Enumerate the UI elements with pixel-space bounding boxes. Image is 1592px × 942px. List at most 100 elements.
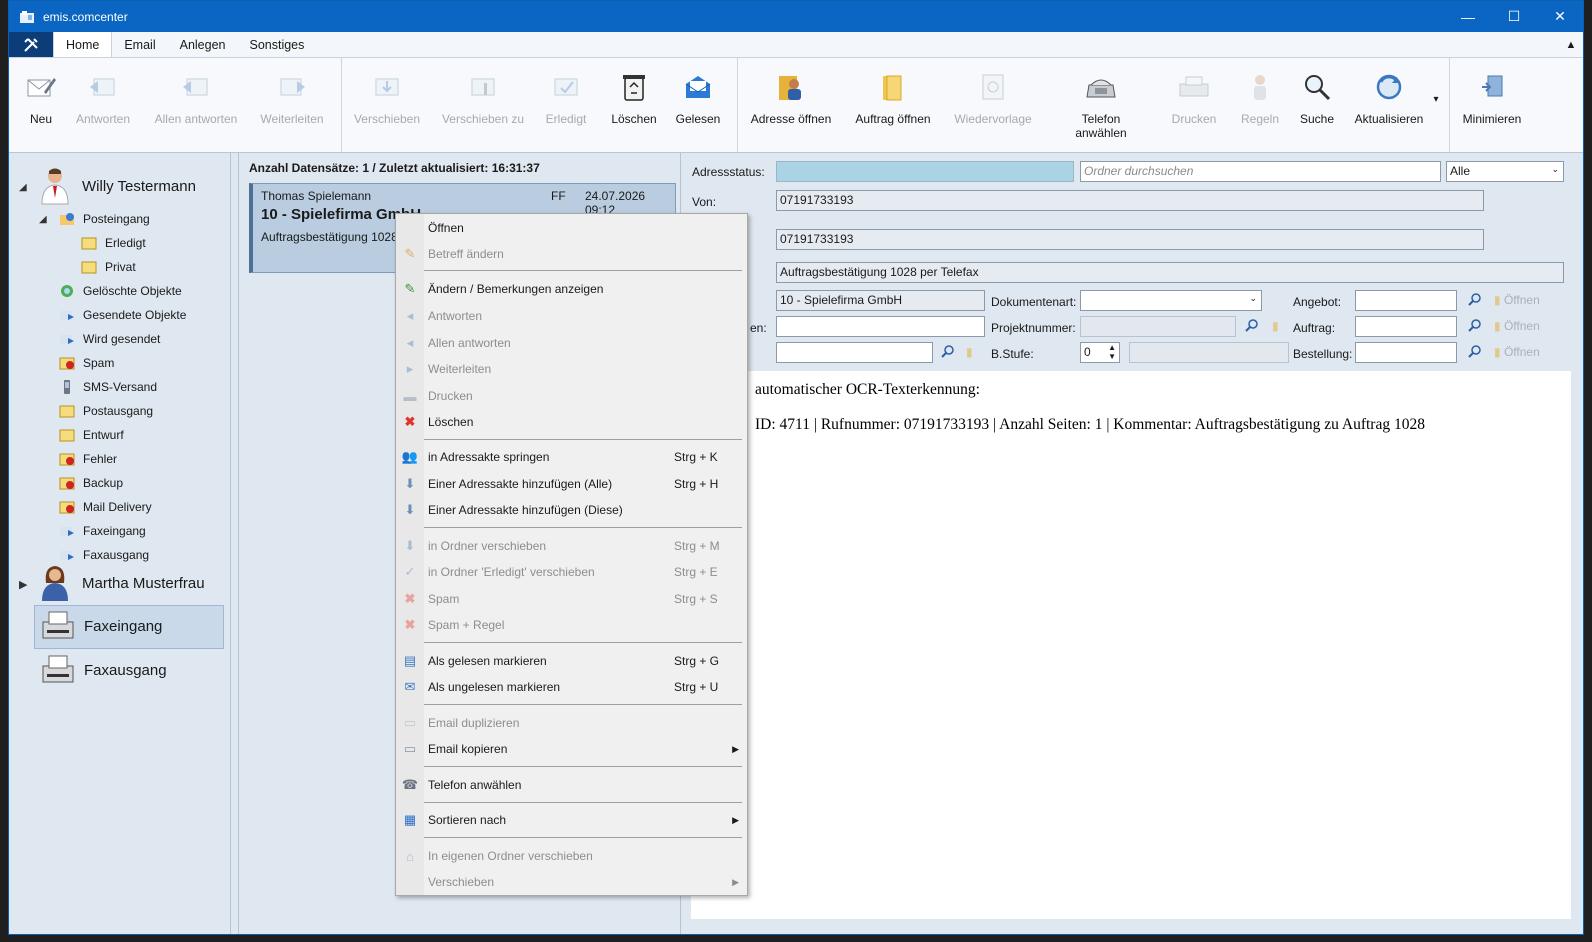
ribbon-more-dropdown[interactable]: ▾	[1429, 94, 1443, 105]
tree-item-spam[interactable]: Spam	[59, 356, 114, 370]
menu-item-spam[interactable]: ✖ Spam Strg + S	[396, 586, 747, 612]
menu-item-open[interactable]: Öffnen	[396, 215, 747, 241]
expand-user-icon[interactable]: ◢	[19, 182, 27, 193]
tree-item-faxeingang[interactable]: Faxeingang	[59, 524, 146, 538]
collapse-ribbon-icon[interactable]: ▲	[1559, 32, 1583, 57]
menu-item-print[interactable]: ▬ Drucken	[396, 383, 747, 409]
ribbon-rules-button[interactable]: Regeln	[1235, 70, 1285, 126]
menu-item-reply-all[interactable]: ◂ Allen antworten	[396, 330, 747, 356]
ribbon-resubmission-button[interactable]: Wiedervorlage	[953, 70, 1033, 126]
reference-search-icon[interactable]	[941, 345, 955, 362]
maximize-button[interactable]: ☐	[1491, 1, 1537, 32]
bstufe-spinner[interactable]: 0 ▲ ▼	[1080, 342, 1120, 363]
tree-item-wird-gesendet[interactable]: Wird gesendet	[59, 332, 160, 346]
menu-item-delete[interactable]: ✖ Löschen	[396, 409, 747, 435]
menu-item-mark-unread[interactable]: ✉ Als ungelesen markieren Strg + U	[396, 674, 747, 700]
tab-home[interactable]: Home	[53, 32, 113, 57]
tree-item-gesendete-objekte[interactable]: Gesendete Objekte	[59, 308, 186, 322]
tree-item-faxausgang[interactable]: Faxausgang	[59, 548, 149, 562]
collapse-user-icon[interactable]: ▶	[19, 578, 27, 591]
menu-item-jump-to-address[interactable]: 👥 in Adressakte springen Strg + K	[396, 444, 747, 470]
tree-user-willy[interactable]: Willy Testermann	[37, 166, 196, 206]
tab-anlegen[interactable]: Anlegen	[168, 32, 238, 57]
menu-item-move-folder[interactable]: ⬇ in Ordner verschieben Strg + M	[396, 533, 747, 559]
spinner-arrows-icon[interactable]: ▲ ▼	[1108, 343, 1116, 361]
tree-group-faxausgang[interactable]: Faxausgang	[41, 654, 167, 686]
projekt-folder-icon[interactable]: ▮	[1272, 319, 1279, 333]
angebot-search-icon[interactable]	[1468, 293, 1482, 310]
menu-item-add-address-all[interactable]: ⬇ Einer Adressakte hinzufügen (Alle) Strg …	[396, 471, 747, 497]
angebot-field[interactable]	[1355, 290, 1457, 311]
ribbon-minimize-button[interactable]: Minimieren	[1459, 70, 1525, 126]
bestellung-field[interactable]	[1355, 342, 1457, 363]
ribbon-move-button[interactable]: Verschieben	[351, 70, 423, 126]
bestellung-open-link[interactable]: ▮ Öffnen	[1494, 345, 1540, 359]
ribbon-search-button[interactable]: Suche	[1295, 70, 1339, 126]
von-field[interactable]: 07191733193	[776, 190, 1484, 211]
reference-folder-icon[interactable]: ▮	[966, 345, 973, 359]
tree-item-erledigt[interactable]: Erledigt	[81, 236, 146, 250]
close-button[interactable]: ✕	[1537, 1, 1583, 32]
menu-item-reply[interactable]: ◂ Antworten	[396, 303, 747, 329]
expand-inbox-icon[interactable]: ◢	[39, 214, 47, 225]
menu-item-add-address-this[interactable]: ⬇ Einer Adressakte hinzufügen (Diese)	[396, 497, 747, 523]
minimize-button[interactable]: —	[1445, 1, 1491, 32]
menu-item-move-done[interactable]: ✓ in Ordner 'Erledigt' verschieben Strg + …	[396, 559, 747, 585]
ribbon-forward-button[interactable]: Weiterleiten	[257, 70, 327, 126]
menu-item-dial[interactable]: ☎ Telefon anwählen	[396, 772, 747, 798]
menu-item-move[interactable]: Verschieben ▶	[396, 869, 747, 895]
menu-item-copy[interactable]: ▭ Email kopieren ▶	[396, 736, 747, 762]
tab-email[interactable]: Email	[112, 32, 167, 57]
ribbon-done-button[interactable]: Erledigt	[541, 70, 591, 126]
menu-item-own-folder[interactable]: ⌂ In eigenen Ordner verschieben	[396, 843, 747, 869]
tree-item-mail-delivery[interactable]: Mail Delivery	[59, 500, 152, 514]
ribbon-refresh-button[interactable]: Aktualisieren	[1349, 70, 1429, 126]
angebot-open-link[interactable]: ▮ Öffnen	[1494, 293, 1540, 307]
tree-user-martha[interactable]: Martha Musterfrau	[37, 563, 205, 603]
ribbon-dial-button[interactable]: Telefon anwählen	[1055, 70, 1147, 140]
reference-field[interactable]	[776, 342, 933, 363]
folder-search-input[interactable]: Ordner durchsuchen	[1080, 161, 1441, 182]
ribbon-open-address-button[interactable]: Adresse öffnen	[747, 70, 835, 126]
menu-item-edit-notes[interactable]: ✎ Ändern / Bemerkungen anzeigen	[396, 276, 747, 302]
tools-button[interactable]	[9, 32, 53, 57]
tree-item-backup[interactable]: Backup	[59, 476, 123, 490]
tree-item-entwurf[interactable]: Entwurf	[59, 428, 124, 442]
tab-sonstiges[interactable]: Sonstiges	[237, 32, 316, 57]
ribbon-new-button[interactable]: Neu	[21, 70, 61, 126]
auftrag-search-icon[interactable]	[1468, 319, 1482, 336]
ansprechpartner-field[interactable]	[776, 316, 985, 337]
ribbon-delete-button[interactable]: Löschen	[609, 70, 659, 126]
tree-item-privat[interactable]: Privat	[81, 260, 136, 274]
pane-splitter[interactable]	[231, 153, 239, 934]
tree-group-faxeingang[interactable]: Faxeingang	[41, 610, 162, 642]
company-field[interactable]: 10 - Spielefirma GmbH	[776, 290, 985, 311]
subject-field[interactable]: Auftragsbestätigung 1028 per Telefax	[776, 262, 1564, 283]
an-field[interactable]: 07191733193	[776, 229, 1484, 250]
ribbon-reply-button[interactable]: Antworten	[73, 70, 133, 126]
tree-item-sms-versand[interactable]: SMS-Versand	[59, 380, 157, 394]
menu-item-spam-rule[interactable]: ✖ Spam + Regel	[396, 612, 747, 638]
ribbon-move-to-button[interactable]: Verschieben zu	[439, 70, 527, 126]
menu-item-mark-read[interactable]: ▤ Als gelesen markieren Strg + G	[396, 648, 747, 674]
projektnummer-field[interactable]	[1080, 316, 1236, 337]
bestellung-search-icon[interactable]	[1468, 345, 1482, 362]
ribbon-open-order-button[interactable]: Auftrag öffnen	[849, 70, 937, 126]
auftrag-field[interactable]	[1355, 316, 1457, 337]
dokumentenart-dropdown[interactable]: ⌄	[1080, 290, 1262, 311]
menu-item-sort[interactable]: ▦ Sortieren nach ▶	[396, 807, 747, 833]
tree-item-geloeschte-objekte[interactable]: Gelöschte Objekte	[59, 284, 182, 298]
ribbon-read-button[interactable]: Gelesen	[673, 70, 723, 126]
auftrag-open-link[interactable]: ▮ Öffnen	[1494, 319, 1540, 333]
ribbon-print-button[interactable]: Drucken	[1169, 70, 1219, 126]
message-body[interactable]: automatischer OCR-Texterkennung: ID: 471…	[691, 371, 1571, 919]
menu-item-change-subject[interactable]: ✎ Betreff ändern	[396, 241, 747, 267]
tree-item-posteingang[interactable]: Posteingang	[59, 212, 150, 226]
menu-item-duplicate[interactable]: ▭ Email duplizieren	[396, 710, 747, 736]
filter-dropdown[interactable]: Alle ⌄	[1446, 161, 1564, 182]
projekt-search-icon[interactable]	[1245, 319, 1259, 336]
ribbon-reply-all-button[interactable]: Allen antworten	[152, 70, 240, 126]
tree-item-fehler[interactable]: Fehler	[59, 452, 117, 466]
tree-item-postausgang[interactable]: Postausgang	[59, 404, 153, 418]
menu-item-forward[interactable]: ▸ Weiterleiten	[396, 356, 747, 382]
